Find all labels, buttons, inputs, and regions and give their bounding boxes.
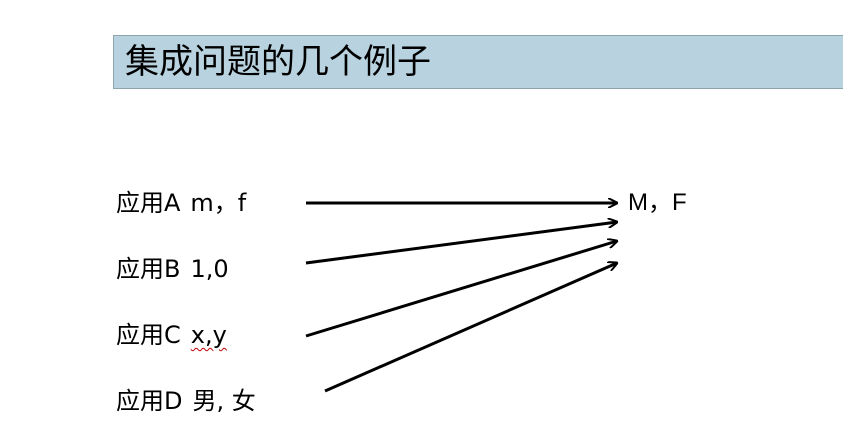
arrow-d-to-target bbox=[324, 263, 617, 393]
arrow-c-to-target bbox=[305, 241, 617, 338]
mapping-arrows bbox=[305, 0, 843, 393]
arrow-b-to-target bbox=[305, 222, 617, 265]
